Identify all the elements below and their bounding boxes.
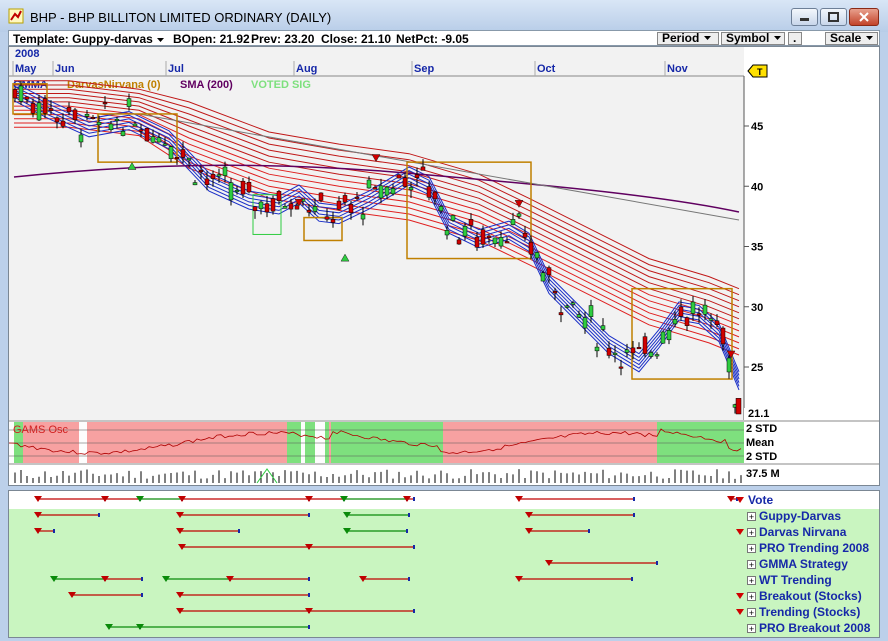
strategy-row[interactable]: + PRO Breakout 2008: [736, 621, 876, 637]
month-label: Jul: [168, 63, 184, 75]
strategy-row[interactable]: + Darvas Nirvana: [736, 525, 876, 541]
strategy-label: Trending (Stocks): [759, 605, 861, 619]
expand-icon[interactable]: +: [747, 528, 756, 538]
chevron-down-icon: [157, 37, 165, 42]
strategy-label: Darvas Nirvana: [759, 525, 847, 539]
app-icon: [8, 8, 24, 24]
close-value: Close: 21.10: [321, 32, 392, 46]
symbol-button[interactable]: Symbol: [721, 32, 785, 45]
strategy-label: WT Trending: [759, 573, 832, 587]
vote-label: Vote: [748, 493, 774, 507]
scale-button[interactable]: Scale: [825, 32, 878, 45]
month-label: Nov: [667, 63, 689, 75]
strategy-row[interactable]: + Guppy-Darvas: [736, 509, 876, 525]
minimize-button[interactable]: [791, 8, 818, 26]
maximize-button[interactable]: [820, 8, 847, 26]
strategy-row[interactable]: + WT Trending: [736, 573, 876, 589]
chevron-down-icon: [703, 36, 711, 40]
expand-icon[interactable]: +: [747, 576, 756, 586]
y-axis-labels: 45 40 35 30 25: [743, 76, 763, 420]
title-bar: BHP - BHP BILLITON LIMITED ORDINARY (DAI…: [0, 0, 888, 32]
period-button[interactable]: Period: [657, 32, 719, 45]
strategy-label: Breakout (Stocks): [759, 589, 862, 603]
scale-label: Scale: [830, 31, 862, 45]
osc-title: GAMS Osc: [13, 424, 69, 436]
legend-item: DarvasNirvana (0): [67, 79, 161, 91]
year-label: 2008: [15, 48, 39, 60]
legend-item: VOTED SIG: [251, 79, 311, 91]
symbol-label: Symbol: [726, 31, 770, 45]
red-triangle-icon: [736, 593, 744, 599]
vote-row: Vote: [736, 493, 876, 509]
maximize-icon: [828, 12, 839, 22]
strategy-label: PRO Trending 2008: [759, 541, 870, 555]
month-label: Jun: [55, 63, 75, 75]
netpct-value: NetPct: -9.05: [396, 32, 469, 46]
expand-icon[interactable]: +: [747, 512, 756, 522]
minimize-icon: [800, 18, 809, 21]
osc-upper-label: 2 STD: [746, 423, 777, 435]
marker-label: T: [757, 67, 763, 77]
strategy-label: PRO Breakout 2008: [759, 621, 871, 635]
expand-icon[interactable]: +: [747, 608, 756, 618]
strategy-row[interactable]: + Trending (Stocks): [736, 605, 876, 621]
red-triangle-icon: [736, 497, 744, 503]
y-tick-label: 30: [751, 302, 763, 314]
chevron-down-icon: [865, 36, 873, 40]
dot-button[interactable]: .: [788, 32, 802, 45]
expand-icon[interactable]: +: [747, 592, 756, 602]
osc-mean-label: Mean: [746, 437, 774, 449]
legend-item: SMA (200): [180, 79, 233, 91]
window-title: BHP - BHP BILLITON LIMITED ORDINARY (DAI…: [30, 10, 332, 25]
volume-bars: [14, 468, 742, 484]
price-chart[interactable]: 2008 May Jun Jul Aug Sep Oct Nov GMMA DarvasNir…: [9, 47, 879, 485]
red-triangle-icon: [736, 609, 744, 615]
y-tick-label: 25: [751, 362, 763, 374]
osc-lower-label: 2 STD: [746, 451, 777, 463]
bopen-value: BOpen: 21.92: [173, 32, 250, 46]
template-label: Template: Guppy-darvas: [13, 32, 153, 46]
expand-icon[interactable]: +: [747, 544, 756, 554]
strategy-panel: Vote + Guppy-Darvas + Darvas Nirvana + PRO Tr…: [8, 490, 880, 638]
y-tick-label: 45: [751, 121, 763, 133]
close-icon: [859, 12, 869, 22]
strategy-row[interactable]: + Breakout (Stocks): [736, 589, 876, 605]
month-label: Oct: [537, 63, 556, 75]
strategy-label: Guppy-Darvas: [759, 509, 842, 523]
month-label: Aug: [296, 63, 317, 75]
period-label: Period: [662, 31, 700, 45]
strategy-row[interactable]: + GMMA Strategy: [736, 557, 876, 573]
y-tick-label: 40: [751, 181, 763, 193]
strategy-row[interactable]: + PRO Trending 2008: [736, 541, 876, 557]
month-label: May: [15, 63, 37, 75]
price-chart-frame: 2008 May Jun Jul Aug Sep Oct Nov GMMA DarvasNir…: [8, 46, 880, 486]
expand-icon[interactable]: +: [747, 624, 756, 634]
template-select[interactable]: Template: Guppy-darvas: [13, 32, 165, 46]
app-window: BHP - BHP BILLITON LIMITED ORDINARY (DAI…: [0, 0, 888, 641]
month-label: Sep: [414, 63, 434, 75]
prev-value: Prev: 23.20: [251, 32, 315, 46]
chart-toolbar: Template: Guppy-darvas BOpen: 21.92 Prev…: [8, 30, 880, 46]
gams-oscillator: [9, 422, 744, 463]
price-marker[interactable]: T: [747, 64, 768, 78]
strategy-signals: [34, 496, 738, 630]
y-tick-label: 35: [751, 242, 763, 254]
chevron-down-icon: [773, 36, 781, 40]
last-price-label: 21.1: [748, 408, 769, 420]
close-button[interactable]: [849, 8, 879, 26]
strategy-label: GMMA Strategy: [759, 557, 848, 571]
red-triangle-icon: [736, 529, 744, 535]
volume-label: 37.5 M: [746, 468, 780, 480]
expand-icon[interactable]: +: [747, 560, 756, 570]
